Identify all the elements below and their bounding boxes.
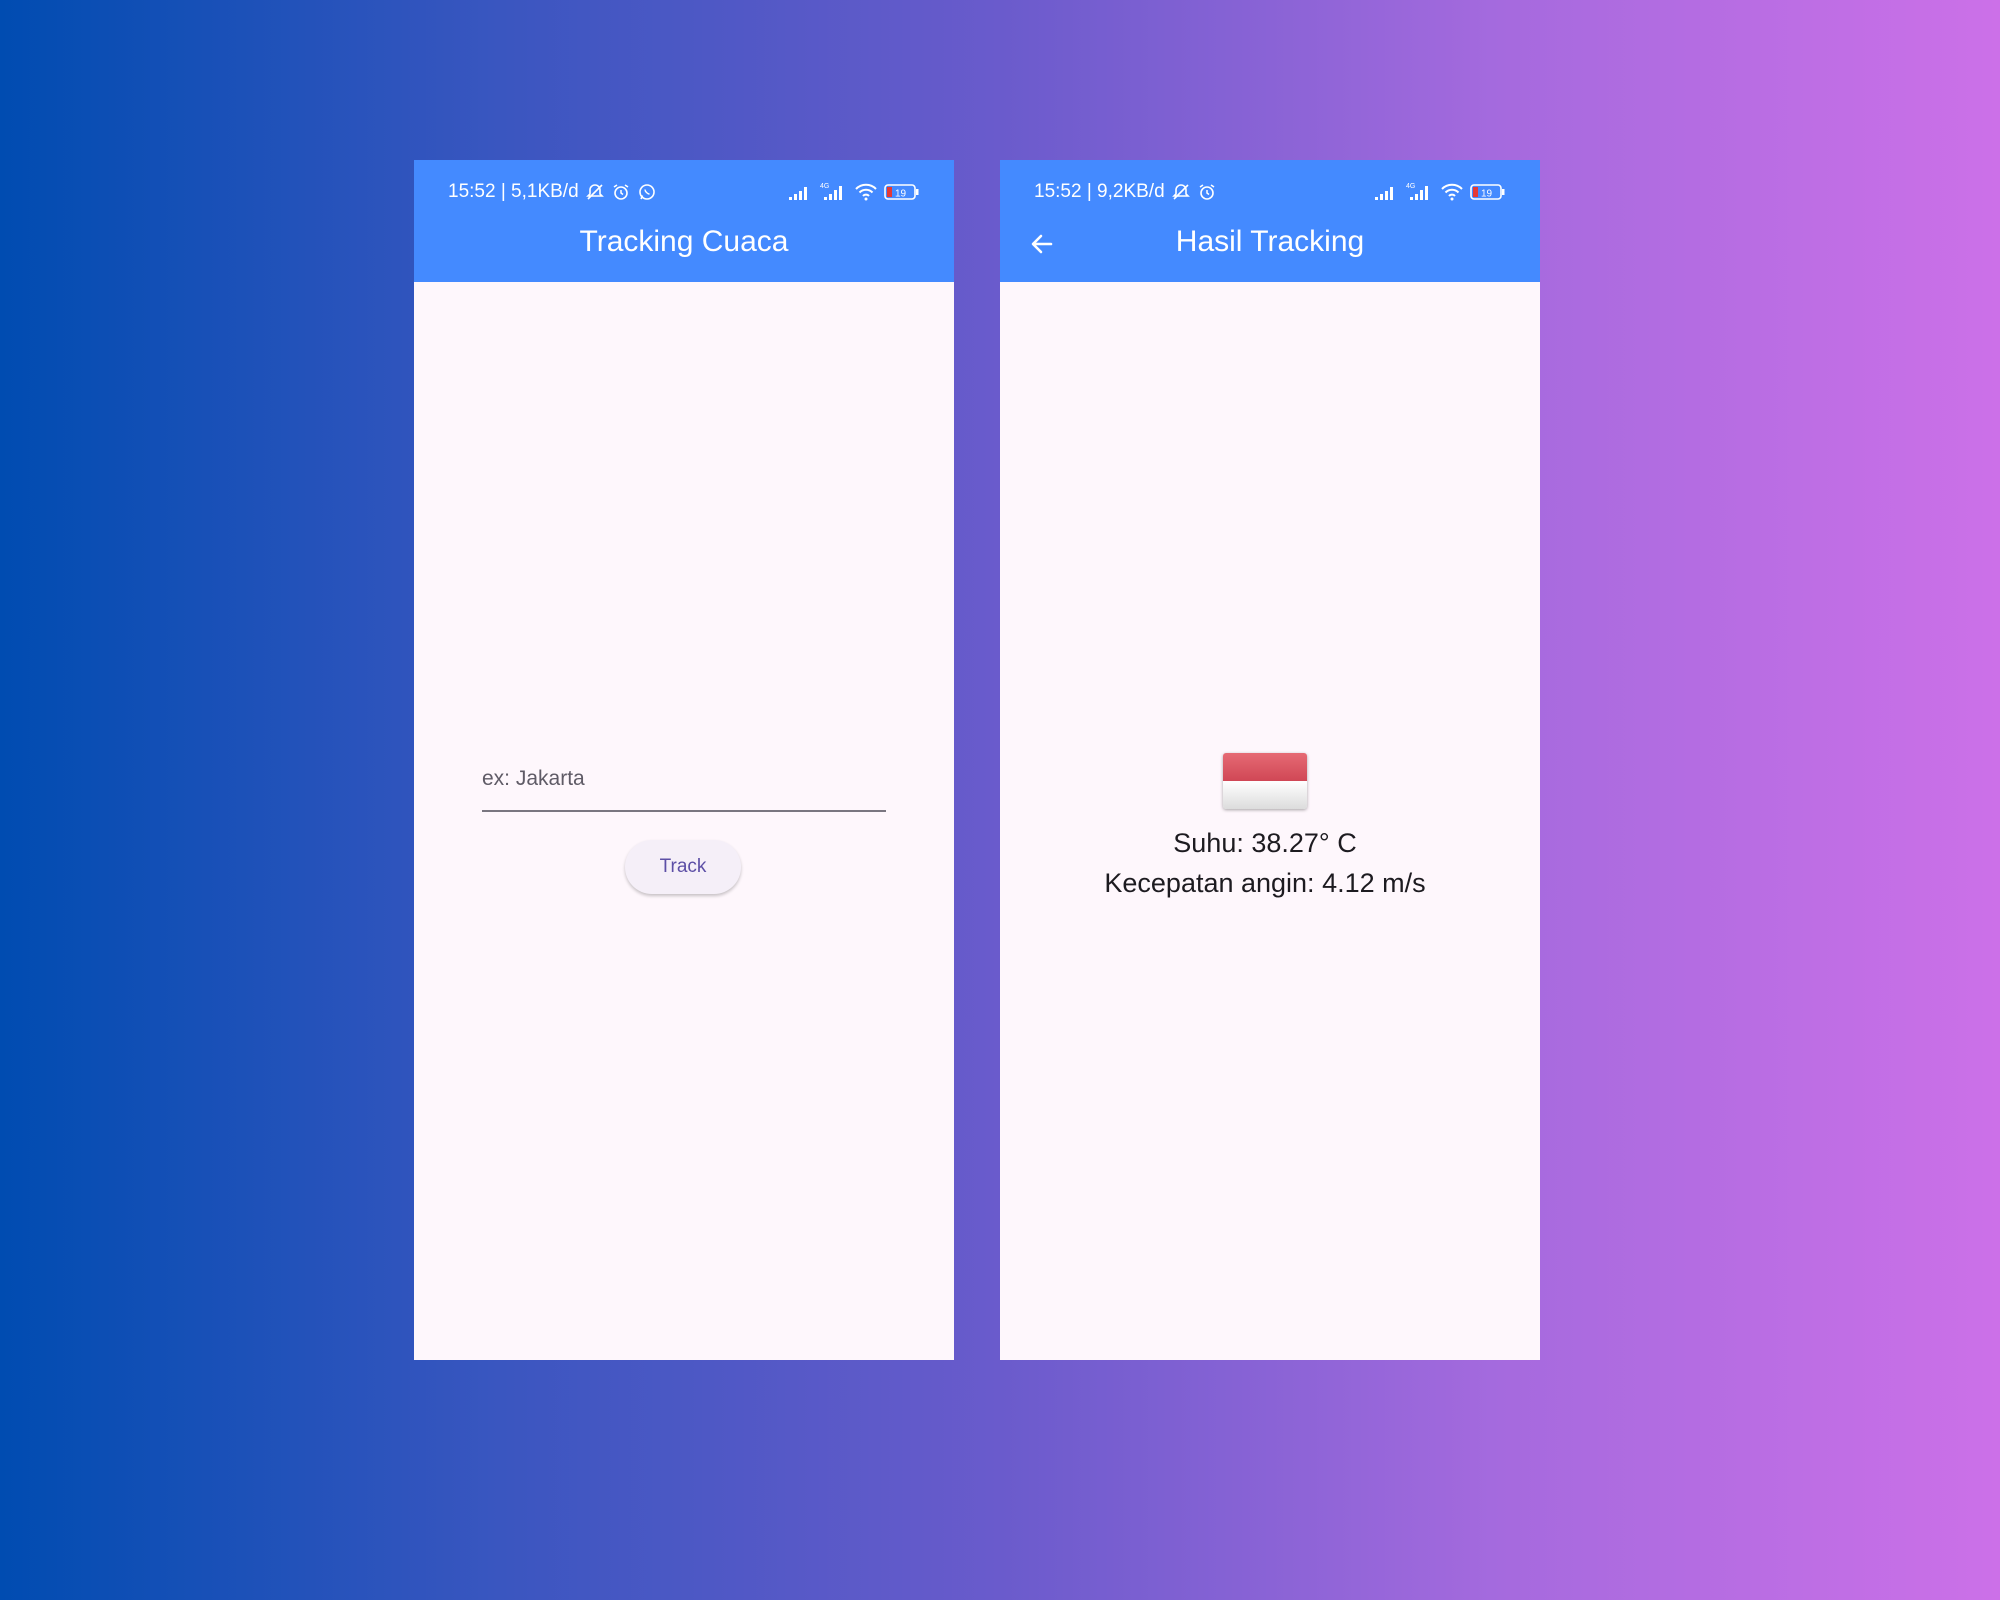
- svg-text:4G: 4G: [820, 183, 829, 190]
- battery-icon: 19: [884, 183, 920, 201]
- svg-text:19: 19: [895, 189, 907, 200]
- svg-text:4G: 4G: [1406, 183, 1415, 190]
- indonesia-flag-icon: [1223, 753, 1307, 809]
- mute-icon: [1171, 182, 1191, 202]
- temperature-text: Suhu: 38.27° C: [1173, 828, 1357, 858]
- wifi-icon: [854, 183, 878, 201]
- weather-result-screen: 15:52 | 9,2KB/d 4G 19 Hasil Tracking Suh…: [1000, 160, 1540, 1360]
- page-title: Hasil Tracking: [1175, 225, 1365, 258]
- alarm-icon: [611, 182, 631, 202]
- svg-text:19: 19: [1481, 189, 1493, 200]
- battery-icon: 19: [1470, 183, 1506, 201]
- track-button[interactable]: Track: [625, 840, 741, 894]
- status-time-data: 15:52 | 5,1KB/d: [448, 181, 579, 202]
- city-field[interactable]: [482, 750, 886, 812]
- app-bar: 15:52 | 5,1KB/d 4G 19 Tracking Cuaca: [414, 160, 954, 282]
- signal-icon: [788, 183, 812, 201]
- whatsapp-icon: [637, 182, 657, 202]
- weather-input-screen: 15:52 | 5,1KB/d 4G 19 Tracking Cuaca ex:…: [414, 160, 954, 1360]
- app-bar: 15:52 | 9,2KB/d 4G 19 Hasil Tracking: [1000, 160, 1540, 282]
- status-bar: 15:52 | 5,1KB/d 4G 19: [448, 178, 920, 206]
- signal-4g-icon: 4G: [818, 182, 848, 202]
- signal-icon: [1374, 183, 1398, 201]
- status-time-data: 15:52 | 9,2KB/d: [1034, 181, 1165, 202]
- signal-4g-icon: 4G: [1404, 182, 1434, 202]
- wind-speed-text: Kecepatan angin: 4.12 m/s: [1104, 868, 1426, 898]
- wifi-icon: [1440, 183, 1464, 201]
- alarm-icon: [1197, 182, 1217, 202]
- city-input[interactable]: [482, 750, 886, 808]
- status-bar: 15:52 | 9,2KB/d 4G 19: [1034, 178, 1506, 206]
- page-title: Tracking Cuaca: [579, 225, 789, 258]
- mute-icon: [585, 182, 605, 202]
